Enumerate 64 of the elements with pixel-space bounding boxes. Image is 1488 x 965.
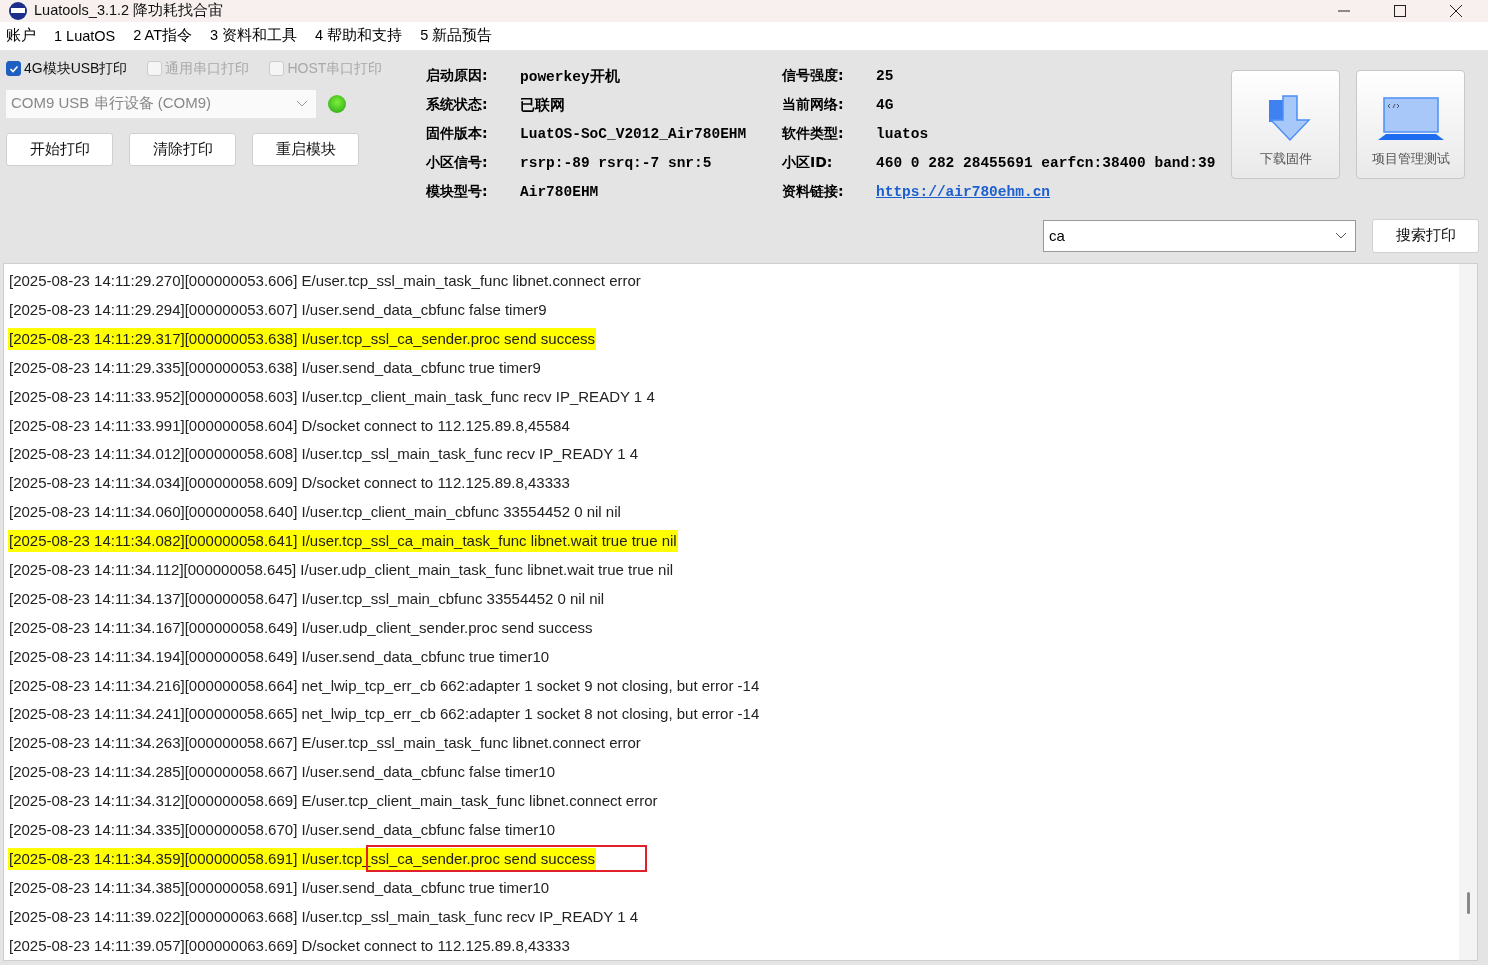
info-label: 固件版本: [426,125,489,144]
log-line: [2025-08-23 14:11:34.060][000000058.640] I/user.tcp_client_main_cbfunc 33554452 0 nil nil [8,502,622,523]
window-title: Luatools_3.1.2 降功耗找合宙 [34,1,224,21]
maximize-icon[interactable] [1394,4,1406,17]
info-value: 25 [876,68,894,85]
log-line: [2025-08-23 14:11:34.137][000000058.647] I/user.tcp_ssl_main_cbfunc 33554452 0 nil nil [8,588,606,609]
info-label: 当前网络: [782,96,845,115]
log-line: [2025-08-23 14:11:39.057][000000063.669] D/socket connect to 112.125.89.8,43333 [8,935,571,956]
action-button[interactable]: 清除打印 [129,132,236,166]
info-label: 系统状态: [426,96,489,115]
info-value: LuatOS-SoC_V2012_Air780EHM [520,126,747,143]
log-line: [2025-08-23 14:11:34.385][000000058.691] I/user.send_data_cbfunc true timer10 [8,877,551,898]
log-line: [2025-08-23 14:11:34.194][000000058.649] I/user.send_data_cbfunc true timer10 [8,646,551,667]
search-field[interactable]: ca [1043,219,1356,252]
chevron-down-icon [296,99,308,108]
log-line: [2025-08-23 14:11:34.335][000000058.670] I/user.send_data_cbfunc false timer10 [8,819,556,840]
menu-item[interactable]: 4 帮助和支持 [315,26,403,46]
info-value: Air780EHM [520,184,599,201]
menu-item[interactable]: 2 AT指令 [133,26,192,46]
log-line: [2025-08-23 14:11:34.263][000000058.667] E/user.tcp_ssl_main_task_func libnet.connect error [8,733,642,754]
scrollbar-thumb[interactable] [1467,891,1470,914]
info-label: 资料链接: [782,183,845,202]
info-value: luatos [876,126,929,143]
check-icon [8,63,19,74]
search-button[interactable]: 搜索打印 [1372,218,1479,253]
log-line: [2025-08-23 14:11:39.022][000000063.668] I/user.tcp_ssl_main_task_func recv IP_READY 1 4 [8,906,640,927]
port-dropdown[interactable]: COM9 USB 串行设备 (COM9) [6,89,316,118]
log-line: [2025-08-23 14:11:29.335][000000053.638] I/user.send_data_cbfunc true timer9 [8,357,542,378]
info-value: 4G [876,97,894,114]
tool-button[interactable]: 项目管理测试 [1356,69,1466,179]
menu-item[interactable]: 1 LuatOS [54,27,116,44]
menu-item[interactable]: 账户 [6,26,36,46]
info-label: 启动原因: [426,67,489,86]
log-line: [2025-08-23 14:11:33.952][000000058.603] I/user.tcp_client_main_task_func recv IP_READY 1 4 [8,386,656,407]
log-line: [2025-08-23 14:11:34.216][000000058.664] net_lwip_tcp_err_cb 662:adapter 1 socket 9 not closing, but error -14 [8,675,761,696]
info-label: 小区ID: [782,154,834,173]
info-value: 已联网 [520,96,565,115]
info-label: 软件类型: [782,125,845,144]
tool-button[interactable]: 下载固件 [1231,69,1341,179]
log-line: [2025-08-23 14:11:29.294][000000053.607] I/user.send_data_cbfunc false timer9 [8,299,548,320]
info-label: 小区信号: [426,154,489,173]
print-option-checkbox[interactable]: 4G模块USB打印 [6,59,128,78]
log-line: [2025-08-23 14:11:34.112][000000058.645] I/user.udp_client_main_task_func libnet.wait true true nil [8,559,675,580]
log-line: [2025-08-23 14:11:34.285][000000058.667] I/user.send_data_cbfunc false timer10 [8,762,556,783]
log-line: [2025-08-23 14:11:34.034][000000058.609] D/socket connect to 112.125.89.8,43333 [8,473,571,494]
menu-item[interactable]: 5 新品预告 [420,26,493,46]
menu-item[interactable]: 3 资料和工具 [210,26,298,46]
app-logo-icon [8,0,28,21]
log-line: [2025-08-23 14:11:34.241][000000058.665] net_lwip_tcp_err_cb 662:adapter 1 socket 8 not closing, but error -14 [8,704,761,725]
info-label: 模块型号: [426,183,489,202]
log-line: [2025-08-23 14:11:29.270][000000053.606] E/user.tcp_ssl_main_task_func libnet.connect error [8,271,642,292]
info-value: rsrp:-89 rsrq:-7 snr:5 [520,155,712,172]
log-line: [2025-08-23 14:11:34.312][000000058.669] E/user.tcp_client_main_task_func libnet.connect error [8,791,659,812]
chevron-down-icon [1335,231,1347,240]
docs-link[interactable]: https://air780ehm.cn [876,184,1051,201]
log-line: [2025-08-23 14:11:34.012][000000058.608] I/user.tcp_ssl_main_task_func recv IP_READY 1 4 [8,444,640,465]
action-button[interactable]: 开始打印 [6,132,113,166]
info-value: 460 0 282 28455691 earfcn:38400 band:39 [876,155,1216,172]
log-line: [2025-08-23 14:11:33.991][000000058.604] D/socket connect to 112.125.89.8,45584 [8,415,571,436]
log-line: [2025-08-23 14:11:34.167][000000058.649] I/user.udp_client_sender.proc send success [8,617,594,638]
info-value: powerkey开机 [520,67,620,86]
info-label: 信号强度: [782,67,845,86]
close-icon[interactable] [1450,4,1462,17]
action-button[interactable]: 重启模块 [252,132,359,166]
